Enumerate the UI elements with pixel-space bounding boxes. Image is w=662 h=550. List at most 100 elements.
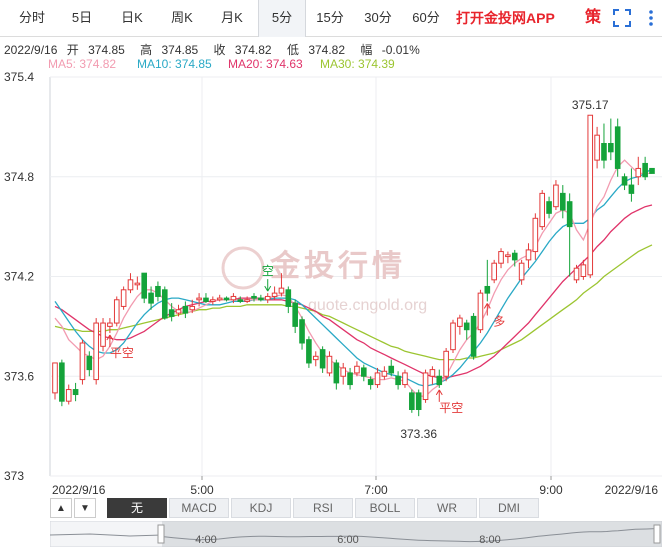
candle-body: [443, 350, 449, 377]
range-navigator[interactable]: 4:00 6:00 8:00: [50, 521, 662, 547]
candle: [457, 314, 463, 335]
candle-body: [614, 126, 621, 169]
candle-body: [436, 375, 443, 386]
candle-body: [93, 322, 99, 381]
candle: [415, 389, 422, 417]
extreme-label: 375.17: [572, 98, 609, 112]
candle: [484, 259, 491, 302]
candle-body: [518, 262, 525, 281]
scroll-left-button[interactable]: ▲: [50, 498, 72, 518]
indicator-button-1[interactable]: MACD: [169, 498, 229, 518]
candle-body: [628, 184, 635, 194]
candle-body: [258, 297, 264, 301]
candle-body: [299, 319, 305, 344]
navigator-handle-left[interactable]: [157, 524, 165, 544]
candle: [463, 319, 470, 340]
candle-body: [532, 217, 539, 253]
y-tick-label: 375.4: [4, 70, 34, 84]
indicator-button-0[interactable]: 无: [107, 498, 167, 518]
candle: [333, 359, 340, 390]
candle-body: [642, 162, 648, 178]
candle: [134, 276, 141, 290]
candle-body: [134, 282, 141, 286]
candlestick-chart[interactable]: 375.4 374.8 374.2 373.6 373 2022/9/16 5:00 7:00…: [0, 0, 662, 550]
candle: [326, 351, 333, 377]
candle-body: [223, 297, 230, 301]
candle: [299, 316, 305, 350]
candle-body: [450, 322, 456, 351]
candle: [621, 173, 628, 191]
candle: [601, 123, 607, 169]
candle-body: [52, 362, 58, 394]
candle: [285, 286, 292, 314]
candle-body: [429, 369, 436, 377]
candle-body: [107, 322, 113, 327]
navigator-selection[interactable]: [162, 521, 662, 547]
navigator-time-label: 4:00: [195, 534, 216, 546]
candle-body: [525, 249, 532, 261]
candle-body: [395, 375, 401, 386]
candle: [100, 318, 106, 352]
navigator-handle-right[interactable]: [653, 524, 661, 544]
y-tick-label: 374.8: [4, 170, 34, 184]
candle-body: [251, 295, 257, 299]
x-tick-label: 7:00: [364, 483, 388, 497]
candle-body: [587, 114, 594, 276]
candle: [642, 156, 648, 181]
scroll-right-button[interactable]: ▼: [74, 498, 96, 518]
candle-body: [381, 370, 388, 377]
candle-body: [59, 362, 65, 402]
watermark-logo: [221, 246, 265, 290]
candle: [79, 339, 86, 385]
candle-body: [402, 372, 408, 386]
x-tick-label: 2022/9/16: [52, 483, 106, 497]
candle-body: [457, 317, 463, 327]
candle-body: [649, 167, 655, 174]
candle: [107, 318, 113, 334]
candle: [59, 359, 65, 407]
candle: [422, 369, 429, 403]
candle-body: [189, 305, 196, 311]
candle: [264, 293, 271, 304]
candle: [312, 351, 319, 367]
candle: [608, 118, 614, 161]
candle: [505, 251, 511, 264]
candle: [532, 213, 539, 260]
candle-body: [216, 297, 223, 301]
candle-body: [463, 322, 470, 331]
candle-body: [470, 315, 477, 357]
candle-body: [621, 176, 628, 186]
indicator-button-6[interactable]: DMI: [479, 498, 539, 518]
candle-body: [347, 372, 353, 386]
x-tick-label: 2022/9/16: [605, 483, 659, 497]
indicator-button-2[interactable]: KDJ: [231, 498, 291, 518]
indicator-button-5[interactable]: WR: [417, 498, 477, 518]
candle-body: [566, 201, 573, 228]
candle-body: [505, 254, 511, 258]
candle-body: [182, 305, 189, 314]
candle: [93, 318, 99, 385]
candle-body: [86, 355, 93, 371]
candle-body: [546, 201, 552, 214]
navigator-time-label: 6:00: [337, 534, 358, 546]
candle-body: [210, 299, 216, 302]
candle: [319, 346, 326, 373]
indicator-button-3[interactable]: RSI: [293, 498, 353, 518]
candle-body: [580, 264, 587, 277]
candle-body: [491, 262, 497, 281]
candle: [539, 190, 546, 230]
candle: [587, 114, 594, 279]
candle: [113, 296, 120, 327]
candle: [553, 180, 559, 210]
candle: [477, 289, 484, 334]
candle: [573, 264, 580, 284]
candle-body: [271, 292, 278, 297]
candle: [347, 367, 353, 390]
indicator-button-4[interactable]: BOLL: [355, 498, 415, 518]
watermark-url: quote.cngold.org: [308, 297, 427, 314]
candle: [628, 168, 635, 202]
candle-body: [388, 365, 395, 374]
candle: [498, 248, 504, 269]
candle: [491, 259, 497, 284]
candle-body: [175, 309, 182, 314]
